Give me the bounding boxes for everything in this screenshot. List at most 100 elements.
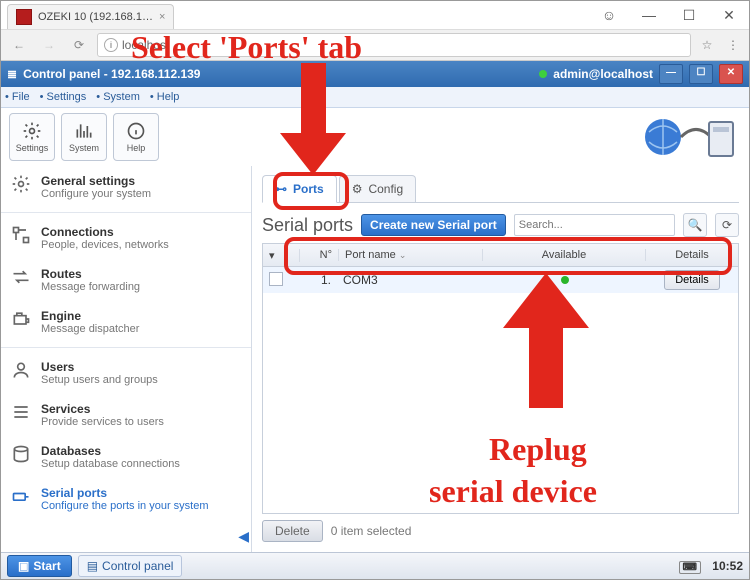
sidebar: General settingsConfigure your system Co…: [1, 166, 252, 553]
content-panel: ⊷ Ports ⚙ Config Serial ports Create new…: [252, 166, 749, 553]
sidebar-sub: Message dispatcher: [41, 323, 139, 335]
toolbar-settings-label: Settings: [16, 143, 49, 153]
selection-count: 0 item selected: [331, 524, 412, 538]
taskbar-control-panel[interactable]: ▤ Control panel: [78, 555, 183, 577]
menu-file[interactable]: • File: [5, 91, 30, 103]
app-toolbar: Settings System Help: [1, 108, 749, 167]
search-icon[interactable]: 🔍: [683, 213, 707, 237]
sidebar-label: Services: [41, 402, 164, 416]
close-tab-icon[interactable]: ×: [159, 11, 165, 23]
browser-tab[interactable]: OZEKI 10 (192.168.1… ×: [7, 4, 174, 29]
sidebar-caret-icon[interactable]: ◀: [238, 528, 249, 545]
user-icon[interactable]: ☺: [589, 7, 629, 23]
menu-help[interactable]: • Help: [150, 91, 180, 103]
toolbar-help-label: Help: [127, 143, 146, 153]
sidebar-item-connections[interactable]: ConnectionsPeople, devices, networks: [1, 217, 251, 259]
row-available: [484, 273, 646, 287]
browser-addressbar: ← → ⟳ i localhost ☆ ⋮: [1, 30, 749, 61]
browser-tabstrip: OZEKI 10 (192.168.1… ×: [7, 1, 174, 29]
nav-reload-icon[interactable]: ⟳: [67, 33, 91, 57]
tab-config-label: Config: [368, 182, 403, 196]
sidebar-sub: Setup users and groups: [41, 374, 158, 386]
sidebar-item-services[interactable]: ServicesProvide services to users: [1, 394, 251, 436]
sidebar-label: Databases: [41, 444, 180, 458]
menu-icon[interactable]: ⋮: [723, 38, 743, 52]
doc-icon: ▤: [87, 559, 98, 573]
tab-config[interactable]: ⚙ Config: [339, 175, 416, 202]
app-menubar: • File • Settings • System • Help: [1, 87, 749, 108]
delete-button[interactable]: Delete: [262, 520, 323, 542]
row-portname: COM3: [337, 273, 484, 287]
app-icon: ≣: [7, 67, 17, 81]
database-icon: [11, 444, 31, 464]
info-icon: i: [104, 38, 118, 52]
sidebar-label: Routes: [41, 267, 140, 281]
list-icon: [11, 402, 31, 422]
keyboard-icon[interactable]: ⌨: [679, 561, 701, 574]
nav-back-icon[interactable]: ←: [7, 33, 31, 57]
gear-icon: [11, 174, 31, 194]
taskbar: ▣ Start ▤ Control panel ⌨ 10:52: [1, 552, 749, 579]
clock: ⌨ 10:52: [679, 559, 743, 573]
app-close[interactable]: ✕: [719, 64, 743, 84]
clock-time: 10:52: [712, 559, 743, 573]
toolbar-help-button[interactable]: Help: [113, 113, 159, 161]
row-checkbox[interactable]: [269, 272, 283, 286]
sidebar-item-users[interactable]: UsersSetup users and groups: [1, 352, 251, 394]
sidebar-sub: Configure your system: [41, 188, 151, 200]
sidebar-label: Serial ports: [41, 486, 209, 500]
browser-titlebar: OZEKI 10 (192.168.1… × ☺ — ☐ ✕: [1, 1, 749, 30]
bookmark-icon[interactable]: ☆: [697, 38, 717, 52]
menu-system[interactable]: • System: [96, 91, 140, 103]
menu-settings[interactable]: • Settings: [40, 91, 87, 103]
sidebar-sub: Configure the ports in your system: [41, 500, 209, 512]
taskbar-cp-label: Control panel: [102, 559, 173, 573]
address-field[interactable]: i localhost: [97, 33, 691, 57]
sidebar-item-serial-ports[interactable]: Serial portsConfigure the ports in your …: [1, 478, 251, 520]
row-number: 1.: [299, 273, 337, 287]
sidebar-label: Connections: [41, 225, 169, 239]
favicon-icon: [16, 9, 32, 25]
app-minimize[interactable]: —: [659, 64, 683, 84]
refresh-icon[interactable]: ⟳: [715, 213, 739, 237]
engine-icon: [11, 309, 31, 329]
status-dot-icon: [539, 70, 547, 78]
window-close[interactable]: ✕: [709, 7, 749, 24]
window-minimize[interactable]: —: [629, 7, 669, 23]
start-label: Start: [33, 559, 60, 573]
sidebar-item-general[interactable]: General settingsConfigure your system: [1, 166, 251, 208]
gear-icon: ⚙: [352, 182, 363, 196]
app-user[interactable]: admin@localhost: [553, 67, 653, 81]
sidebar-item-routes[interactable]: RoutesMessage forwarding: [1, 259, 251, 301]
start-button[interactable]: ▣ Start: [7, 555, 72, 577]
panel-title: Serial ports: [262, 215, 353, 236]
annotation-box-row: [284, 237, 732, 275]
app-header: ≣ Control panel - 192.168.112.139 admin@…: [1, 61, 749, 87]
sidebar-label: Engine: [41, 309, 139, 323]
annotation-box-tab: [273, 172, 349, 210]
sidebar-item-databases[interactable]: DatabasesSetup database connections: [1, 436, 251, 478]
table-empty-area: [263, 293, 738, 513]
panel-footer: Delete 0 item selected: [262, 520, 739, 542]
address-text: localhost: [122, 38, 169, 52]
search-input[interactable]: [514, 214, 675, 236]
toolbar-settings-button[interactable]: Settings: [9, 113, 55, 161]
gear-icon: [22, 121, 42, 141]
app-maximize[interactable]: ☐: [689, 64, 713, 84]
nav-forward-icon[interactable]: →: [37, 33, 61, 57]
create-port-button[interactable]: Create new Serial port: [361, 214, 506, 236]
sidebar-sub: Message forwarding: [41, 281, 140, 293]
panel-header: Serial ports Create new Serial port 🔍 ⟳: [262, 211, 739, 239]
serial-icon: [11, 486, 31, 506]
user-icon: [11, 360, 31, 380]
sidebar-label: Users: [41, 360, 158, 374]
app-title: Control panel - 192.168.112.139: [23, 67, 200, 81]
start-icon: ▣: [18, 559, 29, 573]
tab-title: OZEKI 10 (192.168.1…: [38, 11, 153, 23]
toolbar-system-button[interactable]: System: [61, 113, 107, 161]
routes-icon: [11, 267, 31, 287]
sidebar-item-engine[interactable]: EngineMessage dispatcher: [1, 301, 251, 343]
main-area: General settingsConfigure your system Co…: [1, 166, 749, 553]
window-maximize[interactable]: ☐: [669, 7, 709, 24]
available-dot-icon: [561, 276, 569, 284]
